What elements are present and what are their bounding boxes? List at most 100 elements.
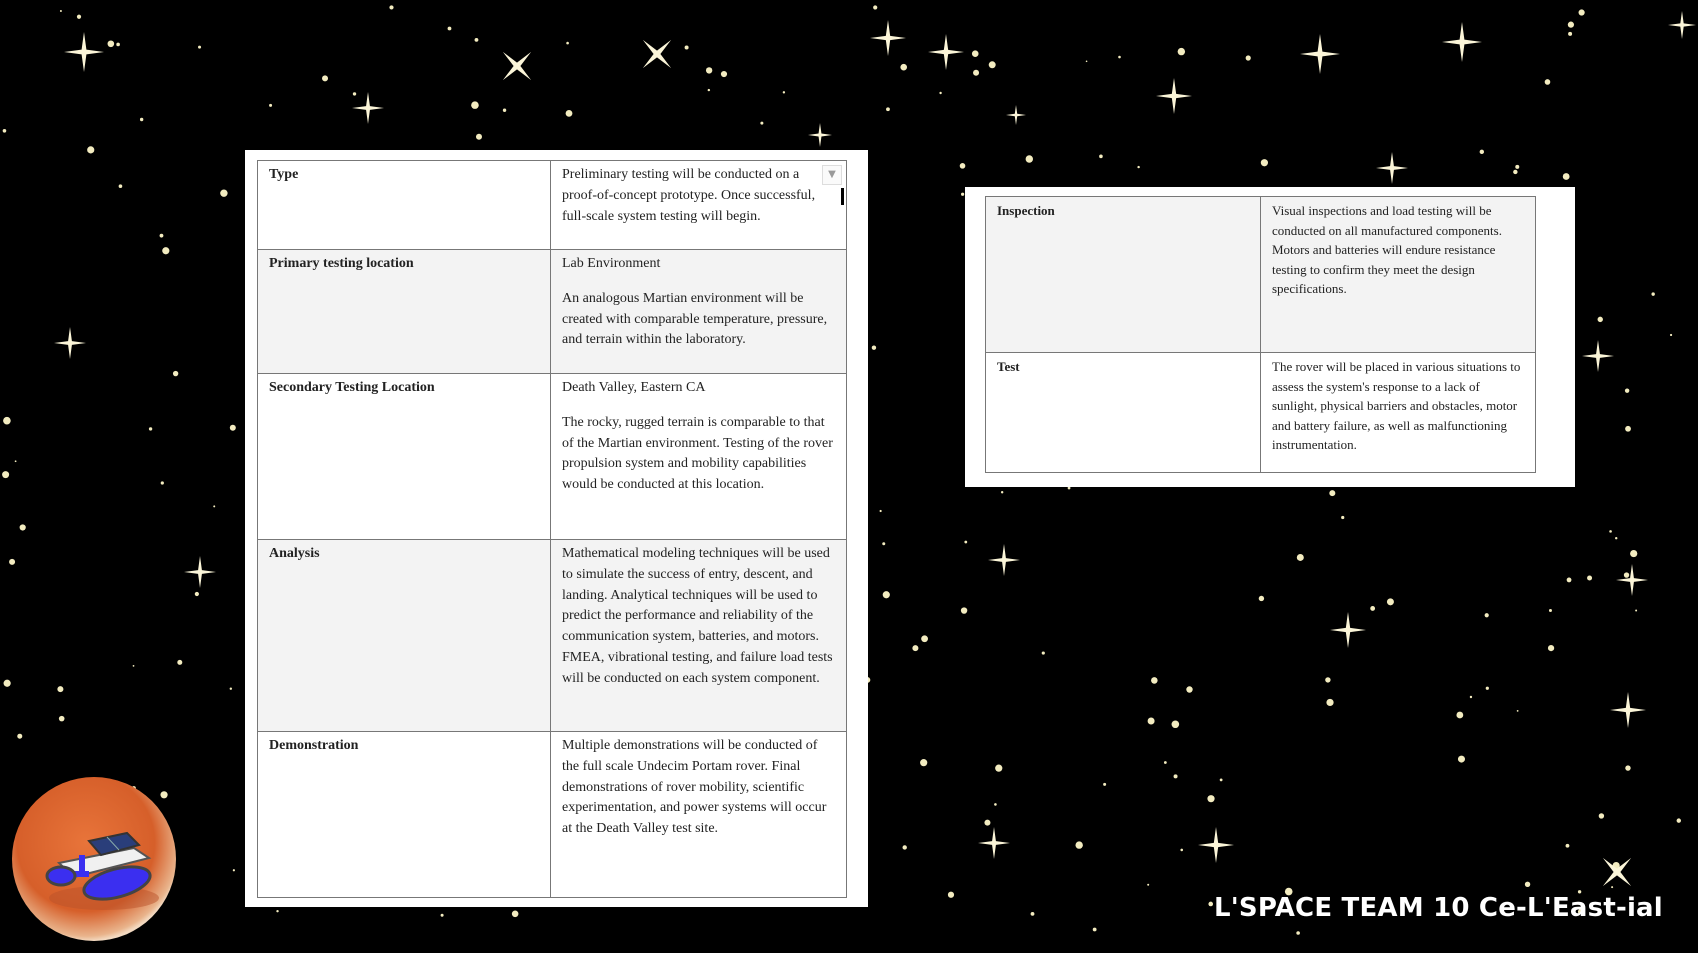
table-row-analysis: Analysis Mathematical modeling technique… <box>257 539 847 732</box>
row-value: Mathematical modeling techniques will be… <box>550 539 847 732</box>
star-dot <box>107 40 115 48</box>
star-dot <box>1611 886 1614 889</box>
star-dot <box>14 460 17 463</box>
star-dot <box>232 869 235 872</box>
star-dot <box>276 909 279 913</box>
star-dot <box>760 121 764 125</box>
star-dot <box>1118 55 1121 59</box>
team-name-footer: L'SPACE TEAM 10 Ce-L'East-ial <box>1214 893 1663 923</box>
sparkle-star-icon <box>1198 827 1234 863</box>
star-dot <box>148 427 153 431</box>
star-dot <box>1325 677 1331 683</box>
star-dot <box>1147 883 1150 886</box>
chevron-down-icon[interactable]: ▼ <box>822 165 842 185</box>
table-row-primary-location: Primary testing location Lab Environment… <box>257 249 847 374</box>
star-dot <box>172 370 179 377</box>
star-dot <box>879 509 882 513</box>
star-dot <box>947 891 955 898</box>
sparkle-star-icon <box>808 123 832 147</box>
star-dot <box>1484 613 1489 618</box>
star-dot <box>984 819 991 826</box>
star-dot <box>1296 931 1300 935</box>
star-dot <box>1598 813 1605 819</box>
star-dot <box>912 645 919 652</box>
star-dot <box>921 635 928 643</box>
star-dot <box>213 505 216 508</box>
star-dot <box>1609 530 1612 533</box>
row-text: Visual inspections and load testing will… <box>1272 203 1502 296</box>
star-dot <box>961 192 965 196</box>
row-value: Preliminary testing will be conducted on… <box>550 160 847 250</box>
sparkle-star-icon <box>184 556 216 588</box>
star-dot <box>471 101 479 109</box>
star-dot <box>1219 778 1223 782</box>
sparkle-star-icon <box>54 327 86 359</box>
row-value: Lab Environment An analogous Martian env… <box>550 249 847 374</box>
star-dot <box>9 558 16 565</box>
table-row-secondary-location: Secondary Testing Location Death Valley,… <box>257 373 847 540</box>
star-dot <box>160 481 164 485</box>
star-dot <box>1041 651 1045 655</box>
row-value: Multiple demonstrations will be conducte… <box>550 731 847 898</box>
star-dot <box>994 803 997 806</box>
star-dot <box>1151 677 1158 684</box>
star-dot <box>1524 881 1531 888</box>
star-dot <box>1547 644 1555 652</box>
row-text: Mathematical modeling techniques will be… <box>562 546 833 686</box>
row-label: Demonstration <box>257 731 551 898</box>
sparkle-star-icon <box>1610 692 1646 728</box>
star-dot <box>3 416 11 425</box>
sparkle-star-icon <box>928 34 964 70</box>
row-text: Lab Environment <box>562 256 661 271</box>
star-dot <box>1565 843 1570 848</box>
star-dot <box>1651 292 1655 296</box>
star-dot <box>900 63 908 71</box>
star-dot <box>1625 765 1631 771</box>
star-dot <box>1099 154 1103 159</box>
star-dot <box>1075 841 1083 849</box>
sparkle-star-icon <box>870 20 906 56</box>
star-dot <box>1457 755 1465 763</box>
sparkle-star-icon <box>1330 612 1366 648</box>
star-dot <box>1548 609 1552 613</box>
star-dot <box>2 128 7 133</box>
star-dot <box>57 686 64 693</box>
star-dot <box>871 345 877 350</box>
star-dot <box>139 117 144 122</box>
star-dot <box>939 91 942 95</box>
star-dot <box>1163 761 1167 764</box>
row-text: The rocky, rugged terrain is comparable … <box>562 414 833 493</box>
star-dot <box>1566 577 1572 583</box>
star-dot <box>1341 515 1345 520</box>
row-value: Death Valley, Eastern CA The rocky, rugg… <box>550 373 847 540</box>
verification-table-card-right: Inspection Visual inspections and load t… <box>965 187 1575 487</box>
star-dot <box>118 184 123 189</box>
text-cursor <box>841 188 844 205</box>
star-dot <box>920 759 928 767</box>
star-dot <box>475 133 482 140</box>
row-label: Type <box>257 160 551 250</box>
star-dot <box>59 10 62 13</box>
star-dot <box>1329 490 1336 497</box>
star-dot <box>971 50 979 57</box>
sparkle-star-icon <box>978 827 1010 859</box>
star-dot <box>269 103 273 107</box>
star-dot <box>1625 425 1631 432</box>
star-dot <box>322 75 329 82</box>
star-dot <box>177 659 183 665</box>
star-dot <box>1180 848 1184 852</box>
star-dot <box>782 91 786 94</box>
star-dot <box>1624 388 1630 393</box>
star-dot <box>995 764 1003 772</box>
row-text: The rover will be placed in various situ… <box>1272 359 1521 452</box>
star-dot <box>959 163 966 169</box>
star-dot <box>1067 486 1071 490</box>
star-dot <box>440 913 444 917</box>
star-dot <box>1544 79 1551 85</box>
star-dot <box>1386 598 1394 606</box>
star-dot <box>1171 720 1180 729</box>
star-dot <box>1562 173 1570 180</box>
star-dot <box>1516 709 1519 712</box>
star-dot <box>707 88 711 92</box>
star-dot <box>1177 47 1186 56</box>
